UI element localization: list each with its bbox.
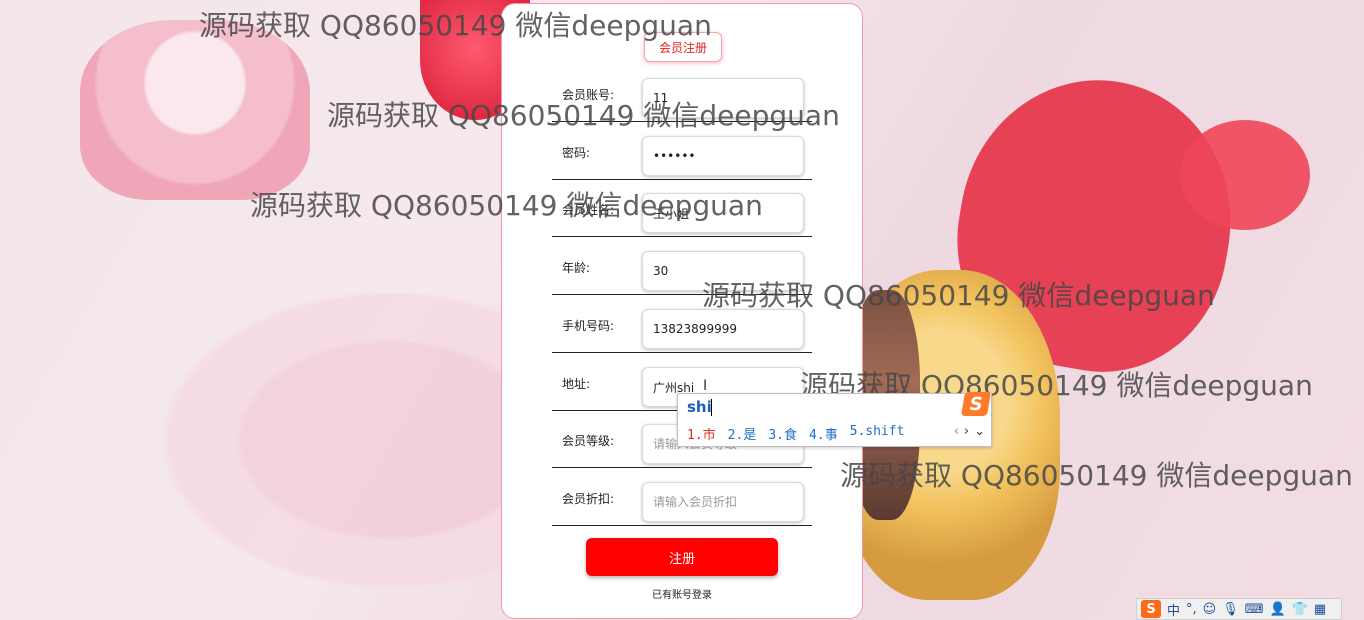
microphone-icon[interactable]: 🎙 <box>1222 602 1239 617</box>
grid-menu-icon[interactable]: ▦ <box>1314 602 1326 617</box>
level-label: 会员等级: <box>562 434 615 448</box>
chevron-down-icon[interactable]: ⌄ <box>974 424 985 439</box>
emoji-icon[interactable]: ☺ <box>1203 602 1217 617</box>
register-title: 会员注册 <box>644 32 722 62</box>
ime-candidate[interactable]: 4.事 <box>809 424 838 443</box>
chevron-left-icon[interactable]: ‹ <box>954 424 959 439</box>
background-heart-small <box>1180 120 1310 230</box>
ime-candidate-list: 1.市 2.是 3.食 4.事 5.shift <box>687 424 904 443</box>
account-input[interactable] <box>642 78 804 118</box>
phone-label: 手机号码: <box>562 319 615 333</box>
age-input[interactable] <box>642 251 804 291</box>
register-button[interactable]: 注册 <box>586 538 778 576</box>
ime-composition: shi <box>687 398 712 416</box>
address-label: 地址: <box>562 377 591 391</box>
ime-candidate[interactable]: 5.shift <box>850 424 905 443</box>
discount-input[interactable] <box>642 482 804 522</box>
name-label: 会员姓名: <box>562 203 615 217</box>
password-input[interactable] <box>642 136 804 176</box>
password-label: 密码: <box>562 146 591 160</box>
age-label: 年龄: <box>562 261 591 275</box>
keyboard-icon[interactable]: ⌨ <box>1245 602 1264 617</box>
ime-candidate[interactable]: 3.食 <box>768 424 797 443</box>
ime-candidate[interactable]: 2.是 <box>728 424 757 443</box>
ime-caret <box>711 399 712 416</box>
user-icon[interactable]: 👤 <box>1270 602 1286 617</box>
form-row-account: 会员账号: <box>552 64 812 122</box>
login-link[interactable]: 已有账号登录 <box>502 586 862 601</box>
skin-icon[interactable]: 👕 <box>1292 602 1308 617</box>
ime-candidate[interactable]: 1.市 <box>687 424 716 443</box>
form-row-phone: 手机号码: <box>552 295 812 353</box>
name-input[interactable] <box>642 193 804 233</box>
account-label: 会员账号: <box>562 88 615 102</box>
ime-candidate-popup: shi S 1.市 2.是 3.食 4.事 5.shift ‹ › ⌄ <box>677 392 992 447</box>
background-cupcake-liner <box>80 20 310 200</box>
phone-input[interactable] <box>642 309 804 349</box>
discount-label: 会员折扣: <box>562 492 615 506</box>
form-row-discount: 会员折扣: <box>552 468 812 526</box>
ime-logo-icon: S <box>960 392 992 416</box>
register-card: 会员注册 会员账号: 密码: 会员姓名: 年龄: 手机号码: 地址: 会员等级:… <box>501 3 863 619</box>
ime-toolbar: S 中 °, ☺ 🎙 ⌨ 👤 👕 ▦ <box>1136 598 1342 620</box>
form-row-password: 密码: <box>552 122 812 180</box>
form-row-name: 会员姓名: <box>552 179 812 237</box>
ime-logo-icon[interactable]: S <box>1141 600 1161 618</box>
text-cursor-icon: I <box>703 378 708 394</box>
ime-nav: ‹ › ⌄ <box>954 424 985 439</box>
chevron-right-icon[interactable]: › <box>964 424 969 439</box>
chinese-mode-toggle[interactable]: 中 <box>1167 600 1180 619</box>
form-row-age: 年龄: <box>552 237 812 295</box>
punctuation-toggle[interactable]: °, <box>1186 602 1197 617</box>
